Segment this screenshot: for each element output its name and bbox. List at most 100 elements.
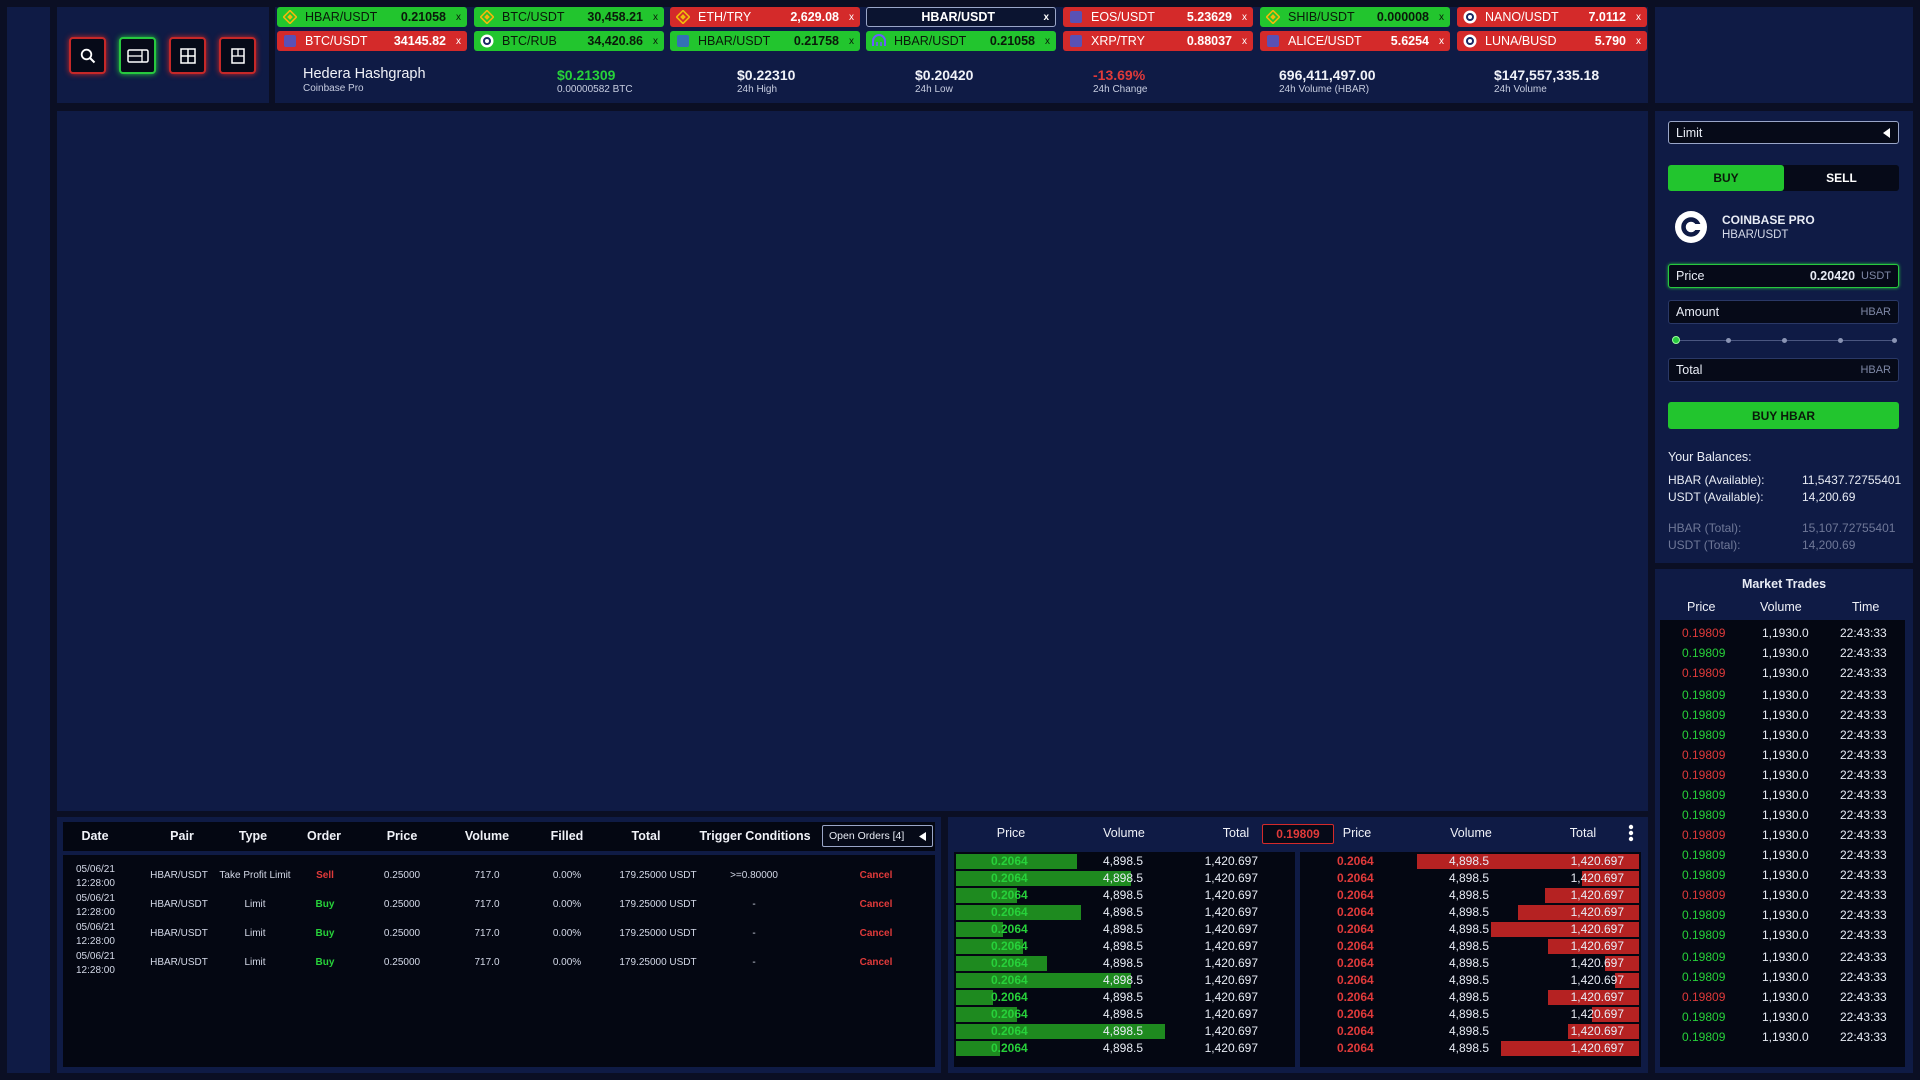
bid-row[interactable]: 0.2064 4,898.5 1,420.697 bbox=[956, 905, 1293, 920]
close-icon[interactable]: x bbox=[653, 36, 658, 47]
panel-button[interactable] bbox=[219, 37, 256, 74]
close-icon[interactable]: x bbox=[456, 36, 461, 47]
oo-header-volume[interactable]: Volume bbox=[465, 829, 509, 843]
buy-tab[interactable]: BUY bbox=[1668, 165, 1784, 191]
ticker-hbar-usdt[interactable]: HBAR/USDT x bbox=[866, 7, 1056, 27]
amount-slider[interactable] bbox=[1672, 336, 1897, 344]
oo-header-trigger-conditions[interactable]: Trigger Conditions bbox=[699, 829, 810, 843]
ticker-eos-usdt[interactable]: EOS/USDT 5.23629 x bbox=[1063, 7, 1253, 27]
slider-handle[interactable] bbox=[1672, 336, 1680, 344]
total-label: Total bbox=[1676, 363, 1703, 377]
close-icon[interactable]: x bbox=[1043, 12, 1049, 23]
ticker-hbar-usdt[interactable]: HBAR/USDT 0.21058 x bbox=[866, 31, 1056, 51]
bid-total: 1,420.697 bbox=[1204, 1007, 1258, 1021]
bid-row[interactable]: 0.2064 4,898.5 1,420.697 bbox=[956, 888, 1293, 903]
ask-row[interactable]: 0.2064 4,898.5 1,420.697 bbox=[1302, 1041, 1639, 1056]
close-icon[interactable]: x bbox=[1439, 36, 1444, 47]
bid-total: 1,420.697 bbox=[1204, 922, 1258, 936]
ask-row[interactable]: 0.2064 4,898.5 1,420.697 bbox=[1302, 871, 1639, 886]
bid-row[interactable]: 0.2064 4,898.5 1,420.697 bbox=[956, 956, 1293, 971]
grid-button[interactable] bbox=[169, 37, 206, 74]
trade-price: 0.19809 bbox=[1682, 688, 1726, 702]
ticker-value: 34145.82 bbox=[393, 34, 446, 48]
oo-header-date[interactable]: Date bbox=[81, 829, 108, 843]
trade-row: 0.19809 1,1930.0 22:43:33 bbox=[1660, 888, 1905, 904]
ticker-hbar-usdt[interactable]: HBAR/USDT 0.21758 x bbox=[670, 31, 860, 51]
open-orders-dropdown[interactable]: Open Orders [4] bbox=[822, 825, 933, 847]
more-vertical-icon[interactable] bbox=[1628, 824, 1634, 842]
oo-action-button[interactable]: Cancel bbox=[860, 957, 893, 968]
close-icon[interactable]: x bbox=[1242, 12, 1247, 23]
ticker-pair: ALICE/USDT bbox=[1288, 34, 1362, 48]
close-icon[interactable]: x bbox=[456, 12, 461, 23]
bid-row[interactable]: 0.2064 4,898.5 1,420.697 bbox=[956, 1007, 1293, 1022]
ask-row[interactable]: 0.2064 4,898.5 1,420.697 bbox=[1302, 854, 1639, 869]
bid-row[interactable]: 0.2064 4,898.5 1,420.697 bbox=[956, 854, 1293, 869]
ask-row[interactable]: 0.2064 4,898.5 1,420.697 bbox=[1302, 1007, 1639, 1022]
bid-row[interactable]: 0.2064 4,898.5 1,420.697 bbox=[956, 1024, 1293, 1039]
oo-action-button[interactable]: Cancel bbox=[860, 928, 893, 939]
oo-action-button[interactable]: Cancel bbox=[860, 870, 893, 881]
bid-row[interactable]: 0.2064 4,898.5 1,420.697 bbox=[956, 990, 1293, 1005]
close-icon[interactable]: x bbox=[1242, 36, 1247, 47]
ticker-hbar-usdt[interactable]: HBAR/USDT 0.21058 x bbox=[277, 7, 467, 27]
chart-area[interactable] bbox=[57, 111, 1648, 811]
bid-row[interactable]: 0.2064 4,898.5 1,420.697 bbox=[956, 973, 1293, 988]
close-icon[interactable]: x bbox=[849, 36, 854, 47]
ask-total: 1,420.697 bbox=[1570, 871, 1624, 885]
oo-order: Sell bbox=[316, 870, 334, 881]
price-field[interactable]: Price 0.20420 USDT bbox=[1668, 264, 1899, 288]
bid-row[interactable]: 0.2064 4,898.5 1,420.697 bbox=[956, 939, 1293, 954]
ticker-xrp-try[interactable]: XRP/TRY 0.88037 x bbox=[1063, 31, 1253, 51]
ticker-btc-usdt[interactable]: BTC/USDT 34145.82 x bbox=[277, 31, 467, 51]
close-icon[interactable]: x bbox=[849, 12, 854, 23]
layout-button[interactable] bbox=[119, 37, 156, 74]
amount-label: Amount bbox=[1676, 305, 1720, 319]
ask-row[interactable]: 0.2064 4,898.5 1,420.697 bbox=[1302, 922, 1639, 937]
oo-action-button[interactable]: Cancel bbox=[860, 899, 893, 910]
oo-header-filled[interactable]: Filled bbox=[551, 829, 584, 843]
ask-row[interactable]: 0.2064 4,898.5 1,420.697 bbox=[1302, 990, 1639, 1005]
bid-row[interactable]: 0.2064 4,898.5 1,420.697 bbox=[956, 1041, 1293, 1056]
ask-row[interactable]: 0.2064 4,898.5 1,420.697 bbox=[1302, 973, 1639, 988]
grid-icon bbox=[179, 47, 196, 64]
ticker-eth-try[interactable]: ETH/TRY 2,629.08 x bbox=[670, 7, 860, 27]
ask-row[interactable]: 0.2064 4,898.5 1,420.697 bbox=[1302, 888, 1639, 903]
ask-total: 1,420.697 bbox=[1570, 1007, 1624, 1021]
oo-header-price[interactable]: Price bbox=[387, 829, 418, 843]
close-icon[interactable]: x bbox=[1045, 36, 1050, 47]
close-icon[interactable]: x bbox=[1439, 12, 1444, 23]
sell-tab[interactable]: SELL bbox=[1784, 165, 1899, 191]
ask-price: 0.2064 bbox=[1337, 1024, 1374, 1038]
trade-row: 0.19809 1,1930.0 22:43:33 bbox=[1660, 728, 1905, 744]
ask-volume: 4,898.5 bbox=[1449, 888, 1490, 902]
bid-row[interactable]: 0.2064 4,898.5 1,420.697 bbox=[956, 871, 1293, 886]
close-icon[interactable]: x bbox=[1636, 12, 1641, 23]
buy-hbar-button[interactable]: BUY HBAR bbox=[1668, 402, 1899, 429]
stat-4: 696,411,497.00 24h Volume (HBAR) bbox=[1279, 67, 1376, 95]
ticker-alice-usdt[interactable]: ALICE/USDT 5.6254 x bbox=[1260, 31, 1450, 51]
ticker-shib-usdt[interactable]: SHIB/USDT 0.000008 x bbox=[1260, 7, 1450, 27]
oo-header-pair[interactable]: Pair bbox=[170, 829, 194, 843]
order-type-select[interactable]: Limit bbox=[1668, 121, 1899, 144]
ticker-luna-busd[interactable]: LUNA/BUSD 5.790 x bbox=[1457, 31, 1647, 51]
search-button[interactable] bbox=[69, 37, 106, 74]
total-field[interactable]: Total HBAR bbox=[1668, 358, 1899, 382]
oo-header-type[interactable]: Type bbox=[239, 829, 267, 843]
ticker-nano-usdt[interactable]: NANO/USDT 7.0112 x bbox=[1457, 7, 1647, 27]
oo-header-total[interactable]: Total bbox=[632, 829, 661, 843]
ask-row[interactable]: 0.2064 4,898.5 1,420.697 bbox=[1302, 939, 1639, 954]
oo-header-order[interactable]: Order bbox=[307, 829, 341, 843]
ticker-btc-rub[interactable]: BTC/RUB 34,420.86 x bbox=[474, 31, 664, 51]
bid-volume: 4,898.5 bbox=[1103, 905, 1144, 919]
ticker-btc-usdt[interactable]: BTC/USDT 30,458.21 x bbox=[474, 7, 664, 27]
ask-row[interactable]: 0.2064 4,898.5 1,420.697 bbox=[1302, 956, 1639, 971]
ask-row[interactable]: 0.2064 4,898.5 1,420.697 bbox=[1302, 905, 1639, 920]
stat-5: $147,557,335.18 24h Volume bbox=[1494, 67, 1599, 95]
ticker-pair: ETH/TRY bbox=[698, 10, 752, 24]
close-icon[interactable]: x bbox=[1636, 36, 1641, 47]
bid-row[interactable]: 0.2064 4,898.5 1,420.697 bbox=[956, 922, 1293, 937]
amount-field[interactable]: Amount HBAR bbox=[1668, 300, 1899, 324]
close-icon[interactable]: x bbox=[653, 12, 658, 23]
ask-row[interactable]: 0.2064 4,898.5 1,420.697 bbox=[1302, 1024, 1639, 1039]
